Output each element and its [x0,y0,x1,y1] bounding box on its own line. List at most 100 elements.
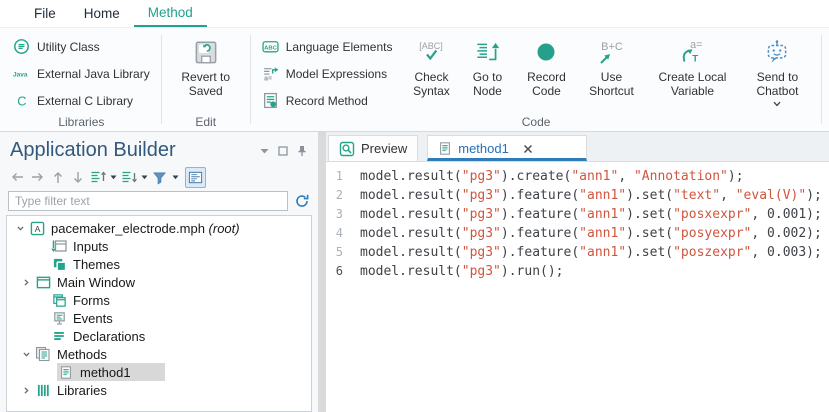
tree-item-method1[interactable]: method1 [7,363,311,381]
model-expressions-icon: a= [262,65,279,82]
chatbot-icon [763,36,791,70]
pin-icon[interactable] [294,143,310,159]
collapse-all-icon[interactable] [88,168,107,187]
main-area: Application Builder [0,132,829,412]
collapse-all-caret-icon[interactable] [108,168,118,187]
code-line[interactable]: 1model.result("pg3").create("ann1", "Ann… [326,167,829,186]
selected-row-highlight: method1 [57,363,165,381]
ribbon: Utility Class Java External Java Library… [0,27,829,132]
chevron-expanded-icon[interactable] [19,351,34,358]
group-label-code: Code [251,115,822,129]
filter-caret-icon[interactable] [170,168,180,187]
code-line[interactable]: 3model.result("pg3").feature("ann1").set… [326,205,829,224]
record-method-label: Record Method [286,94,368,108]
create-local-variable-button[interactable]: a=T Create Local Variable [645,33,739,98]
send-to-chatbot-button[interactable]: Send to Chatbot [739,33,815,107]
tree-item-methods[interactable]: Methods [7,345,311,363]
go-to-node-icon [472,36,502,70]
method-icon [58,364,74,380]
tab-method[interactable]: Method [134,0,207,27]
expand-all-caret-icon[interactable] [139,168,149,187]
model-tree: A pacemaker_electrode.mph (root) Inputs [6,215,312,412]
external-c-library-button[interactable]: C External C Library [8,87,155,114]
go-to-node-button[interactable]: Go to Node [459,33,515,98]
svg-text:A: A [34,223,40,233]
use-shortcut-button[interactable]: B+C Use Shortcut [577,33,645,98]
model-expressions-label: Model Expressions [286,67,387,81]
check-syntax-icon: [ABC] [414,36,448,70]
ribbon-group-libraries: Utility Class Java External Java Library… [2,28,161,131]
language-elements-label: Language Elements [286,40,393,54]
group-label-libraries: Libraries [2,115,161,129]
tab-home[interactable]: Home [70,0,134,27]
comsol-window: File Home Method Utility Class Java Exte… [0,0,829,412]
code-area[interactable]: 1model.result("pg3").create("ann1", "Ann… [326,162,829,412]
svg-text:C: C [17,93,26,108]
tree-item-events[interactable]: Events [7,309,311,327]
code-line[interactable]: 4model.result("pg3").feature("ann1").set… [326,224,829,243]
refresh-icon[interactable] [294,193,310,209]
show-details-toggle[interactable] [185,167,206,188]
tree-item-root[interactable]: A pacemaker_electrode.mph (root) [7,219,311,237]
language-elements-button[interactable]: ABC Language Elements [257,33,398,60]
external-java-library-button[interactable]: Java External Java Library [8,60,155,87]
tab-method1[interactable]: method1 [427,135,587,161]
chevron-collapsed-icon[interactable] [19,278,34,287]
editor-tab-strip: Preview method1 [326,132,829,162]
code-line[interactable]: 2model.result("pg3").feature("ann1").set… [326,186,829,205]
revert-to-saved-button[interactable]: Revert to Saved [174,33,238,98]
forms-icon [51,292,67,308]
line-number: 2 [326,186,343,205]
tree-item-label: Declarations [73,329,145,344]
filter-input[interactable] [8,191,288,211]
maximize-icon[interactable] [275,143,291,159]
filter-row [0,189,318,215]
tree-item-forms[interactable]: Forms [7,291,311,309]
tab-file[interactable]: File [20,0,70,27]
create-local-variable-label: Create Local Variable [650,70,734,98]
record-code-icon [532,36,560,70]
tree-item-inputs[interactable]: Inputs [7,237,311,255]
tree-item-label: pacemaker_electrode.mph (root) [51,221,240,236]
tree-item-main-window[interactable]: Main Window [7,273,311,291]
tree-item-label: Main Window [57,275,135,290]
create-local-variable-icon: a=T [677,36,707,70]
chevron-collapsed-icon[interactable] [19,386,34,395]
filter-funnel-icon[interactable] [150,168,169,187]
application-builder-panel: Application Builder [0,132,318,412]
line-number: 1 [326,167,343,186]
tree-item-declarations[interactable]: Declarations [7,327,311,345]
tab-method1-label: method1 [458,141,509,156]
method-doc-icon [438,141,452,156]
main-window-icon [35,274,51,290]
go-to-node-label: Go to Node [464,70,510,98]
tree-item-libraries[interactable]: Libraries [7,381,311,399]
model-expressions-button[interactable]: a= Model Expressions [257,60,398,87]
record-code-button[interactable]: Record Code [515,33,577,98]
svg-text:B+C: B+C [602,41,624,53]
panel-menu-chevron-icon[interactable] [256,143,272,159]
expand-all-icon[interactable] [119,168,138,187]
utility-class-button[interactable]: Utility Class [8,33,155,60]
check-syntax-button[interactable]: [ABC] Check Syntax [403,33,459,98]
app-root-icon: A [29,220,45,236]
java-icon: Java [13,65,30,82]
record-method-button[interactable]: Record Method [257,87,398,114]
panel-header: Application Builder [0,132,318,164]
chevron-expanded-icon[interactable] [13,225,28,232]
close-icon[interactable] [523,144,533,154]
tree-item-label: Themes [73,257,120,272]
ribbon-group-code: ABC Language Elements a= Model Expressio… [251,28,822,131]
code-line[interactable]: 6model.result("pg3").run(); [326,262,829,281]
use-shortcut-icon: B+C [595,36,627,70]
move-down-icon[interactable] [68,168,87,187]
back-arrow-icon[interactable] [8,168,27,187]
tab-preview[interactable]: Preview [328,135,418,161]
panel-divider[interactable] [318,132,326,412]
move-up-icon[interactable] [48,168,67,187]
forward-arrow-icon[interactable] [28,168,47,187]
tree-item-themes[interactable]: Themes [7,255,311,273]
svg-text:T: T [693,54,699,65]
group-label-edit: Edit [162,115,250,129]
code-line[interactable]: 5model.result("pg3").feature("ann1").set… [326,243,829,262]
